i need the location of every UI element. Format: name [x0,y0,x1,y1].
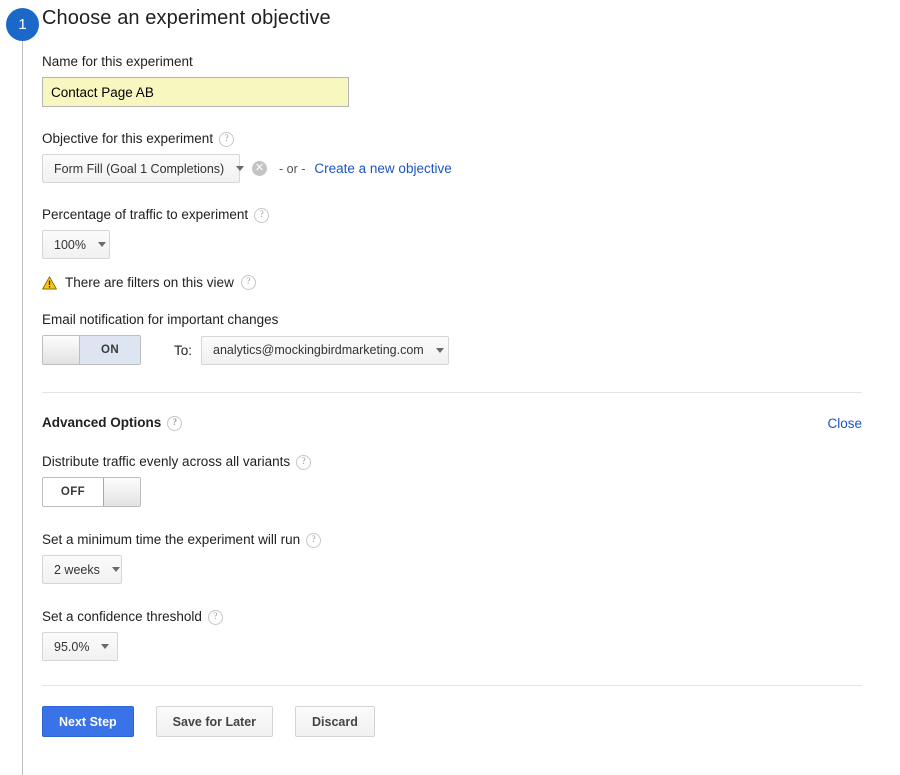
objective-group: Objective for this experiment ? Form Fil… [42,131,862,183]
experiment-name-label-text: Name for this experiment [42,54,193,69]
email-notification-label: Email notification for important changes [42,312,862,328]
advanced-options-title: Advanced Options ? [42,415,183,431]
help-icon[interactable]: ? [306,532,322,548]
chevron-down-icon [101,644,110,649]
toggle-knob [103,478,140,506]
create-new-objective-link[interactable]: Create a new objective [314,161,451,176]
advanced-options-title-text: Advanced Options [42,415,162,430]
email-notification-row: ON To: analytics@mockingbirdmarketing.co… [42,335,862,365]
traffic-percentage-value: 100% [54,237,86,252]
step-connector-line [22,22,23,775]
experiment-name-group: Name for this experiment [42,54,862,107]
help-icon[interactable]: ? [254,207,270,223]
warning-triangle-icon [42,275,57,290]
min-time-label-text: Set a minimum time the experiment will r… [42,532,301,547]
action-buttons: Next Step Save for Later Discard [42,706,862,737]
email-notification-toggle[interactable]: ON [42,335,141,365]
advanced-divider-top [42,392,862,393]
step-number-badge: 1 [6,8,39,41]
or-separator: - or - [279,161,306,176]
experiment-form: Name for this experiment Objective for t… [42,54,862,737]
advanced-options-header: Advanced Options ? Close [42,415,862,431]
page-title: Choose an experiment objective [42,7,331,29]
toggle-knob [43,336,80,364]
confidence-value: 95.0% [54,639,90,654]
email-notification-label-text: Email notification for important changes [42,312,279,327]
help-icon[interactable]: ? [207,609,223,625]
distribute-traffic-toggle[interactable]: OFF [42,477,141,507]
email-notification-group: Email notification for important changes… [42,312,862,365]
confidence-group: Set a confidence threshold ? 95.0% [42,609,862,661]
chevron-down-icon [236,166,245,171]
experiment-name-label: Name for this experiment [42,54,862,70]
close-advanced-link[interactable]: Close [827,416,862,431]
objective-select-value: Form Fill (Goal 1 Completions) [54,161,225,176]
distribute-traffic-group: Distribute traffic evenly across all var… [42,454,862,507]
objective-select[interactable]: Form Fill (Goal 1 Completions) [42,154,245,183]
traffic-percentage-label-text: Percentage of traffic to experiment [42,207,249,222]
traffic-percentage-group: Percentage of traffic to experiment ? 10… [42,207,862,259]
discard-button[interactable]: Discard [295,706,375,737]
objective-label-text: Objective for this experiment [42,131,214,146]
filters-warning-text: There are filters on this view [65,275,234,290]
help-icon[interactable]: ? [240,275,256,290]
recipient-select-value: analytics@mockingbirdmarketing.com [213,343,424,357]
min-time-label: Set a minimum time the experiment will r… [42,532,862,548]
recipient-label: To: [174,342,193,358]
traffic-percentage-label: Percentage of traffic to experiment ? [42,207,862,223]
objective-row: Form Fill (Goal 1 Completions) ✕ - or - … [42,154,862,183]
help-icon[interactable]: ? [296,454,312,470]
distribute-traffic-label: Distribute traffic evenly across all var… [42,454,862,470]
confidence-label-text: Set a confidence threshold [42,609,202,624]
experiment-name-input[interactable] [42,77,349,107]
min-time-value: 2 weeks [54,562,100,577]
actions-divider [42,685,862,686]
chevron-down-icon [111,567,120,572]
help-icon[interactable]: ? [167,415,183,431]
min-time-group: Set a minimum time the experiment will r… [42,532,862,584]
save-for-later-button[interactable]: Save for Later [155,706,274,737]
confidence-select[interactable]: 95.0% [42,632,118,661]
chevron-down-icon [97,242,106,247]
recipient-select[interactable]: analytics@mockingbirdmarketing.com [201,335,450,365]
traffic-percentage-select[interactable]: 100% [42,230,110,259]
confidence-label: Set a confidence threshold ? [42,609,862,625]
toggle-state-label: ON [80,336,140,364]
min-time-select[interactable]: 2 weeks [42,555,122,584]
clear-circle-icon[interactable]: ✕ [252,161,267,176]
next-step-button[interactable]: Next Step [42,706,134,737]
toggle-state-label: OFF [43,478,103,506]
help-icon[interactable]: ? [219,131,235,147]
filters-warning: There are filters on this view ? [42,275,862,290]
chevron-down-icon [435,347,444,353]
objective-label: Objective for this experiment ? [42,131,862,147]
experiment-objective-step: 1 Choose an experiment objective Name fo… [0,0,900,775]
distribute-traffic-label-text: Distribute traffic evenly across all var… [42,454,291,469]
